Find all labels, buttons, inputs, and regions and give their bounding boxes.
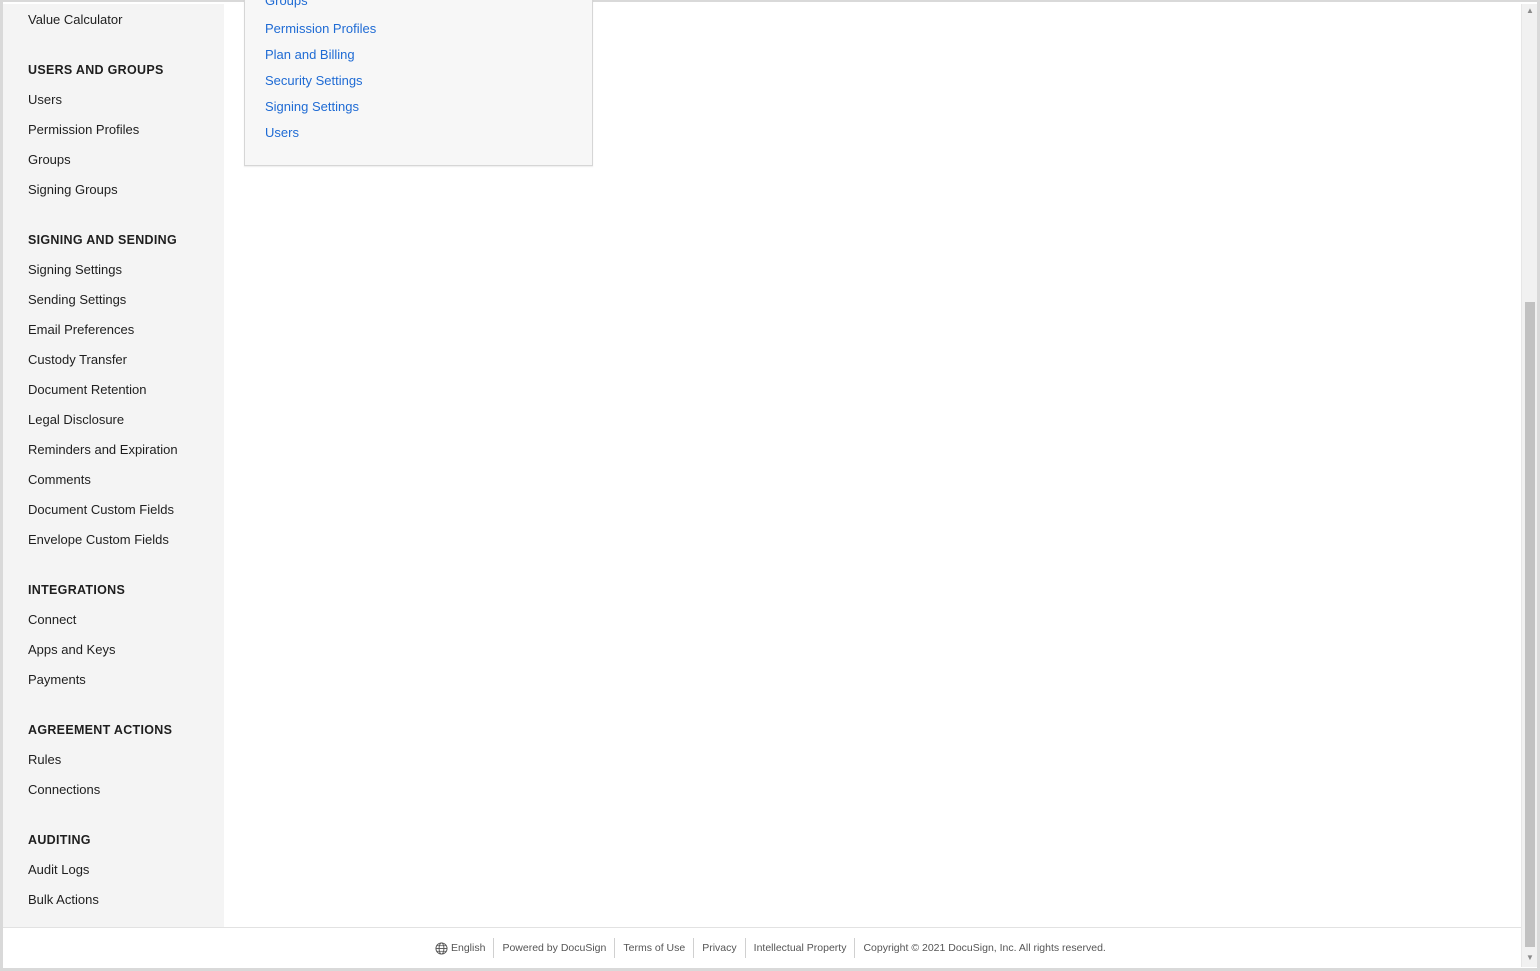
sidebar-item-signing-groups[interactable]: Signing Groups (28, 182, 118, 198)
sidebar-item-bulk-actions[interactable]: Bulk Actions (28, 892, 99, 908)
vertical-scrollbar[interactable]: ▲ ▼ (1521, 4, 1537, 967)
sidebar-item-email-preferences[interactable]: Email Preferences (28, 322, 134, 338)
language-label: English (451, 942, 486, 954)
sidebar-item-value-calculator[interactable]: Value Calculator (28, 12, 122, 28)
sidebar-item-groups[interactable]: Groups (28, 152, 71, 168)
sidebar-item-reminders-and-expiration[interactable]: Reminders and Expiration (28, 442, 178, 458)
sidebar-item-envelope-custom-fields[interactable]: Envelope Custom Fields (28, 532, 169, 548)
sidebar-item-custody-transfer[interactable]: Custody Transfer (28, 352, 127, 368)
footer-intellectual-property-link[interactable]: Intellectual Property (746, 938, 855, 958)
sidebar-item-apps-and-keys[interactable]: Apps and Keys (28, 642, 115, 658)
sidebar-item-connections[interactable]: Connections (28, 782, 100, 798)
sidebar-item-sending-settings[interactable]: Sending Settings (28, 292, 126, 308)
sidebar-item-document-retention[interactable]: Document Retention (28, 382, 147, 398)
sidebar-heading-signing-and-sending: SIGNING AND SENDING (28, 233, 177, 247)
sidebar-heading-integrations: INTEGRATIONS (28, 583, 126, 597)
footer-privacy-link[interactable]: Privacy (694, 938, 744, 958)
card-link-groups[interactable]: Groups (265, 0, 308, 9)
scroll-down-arrow-icon[interactable]: ▼ (1525, 953, 1535, 963)
sidebar-item-permission-profiles[interactable]: Permission Profiles (28, 122, 139, 138)
sidebar-item-payments[interactable]: Payments (28, 672, 86, 688)
scroll-up-arrow-icon[interactable]: ▲ (1525, 6, 1535, 16)
admin-sidebar: Value Calculator USERS AND GROUPS Users … (3, 4, 224, 927)
app-frame: Value Calculator USERS AND GROUPS Users … (0, 0, 1540, 971)
sidebar-item-document-custom-fields[interactable]: Document Custom Fields (28, 502, 174, 518)
quick-links-card: Groups Permission Profiles Plan and Bill… (244, 0, 593, 166)
sidebar-item-comments[interactable]: Comments (28, 472, 91, 488)
sidebar-item-users[interactable]: Users (28, 92, 62, 108)
sidebar-item-legal-disclosure[interactable]: Legal Disclosure (28, 412, 124, 428)
card-link-permission-profiles[interactable]: Permission Profiles (265, 21, 376, 37)
sidebar-item-connect[interactable]: Connect (28, 612, 76, 628)
page-footer: English Powered by DocuSign Terms of Use… (3, 927, 1521, 968)
card-link-security-settings[interactable]: Security Settings (265, 73, 363, 89)
language-selector[interactable]: English (435, 938, 493, 958)
card-link-users[interactable]: Users (265, 125, 299, 141)
sidebar-heading-agreement-actions: AGREEMENT ACTIONS (28, 723, 173, 737)
scrollbar-thumb[interactable] (1525, 302, 1535, 947)
sidebar-item-signing-settings[interactable]: Signing Settings (28, 262, 122, 278)
footer-powered-by-link[interactable]: Powered by DocuSign (494, 938, 614, 958)
footer-copyright: Copyright © 2021 DocuSign, Inc. All righ… (863, 942, 1106, 954)
sidebar-heading-users-and-groups: USERS AND GROUPS (28, 63, 164, 77)
sidebar-item-audit-logs[interactable]: Audit Logs (28, 862, 89, 878)
card-link-signing-settings[interactable]: Signing Settings (265, 99, 359, 115)
footer-links: English Powered by DocuSign Terms of Use… (435, 938, 1114, 958)
globe-icon (435, 941, 448, 955)
footer-terms-link[interactable]: Terms of Use (615, 938, 693, 958)
sidebar-item-rules[interactable]: Rules (28, 752, 61, 768)
sidebar-heading-auditing: AUDITING (28, 833, 91, 847)
card-link-plan-and-billing[interactable]: Plan and Billing (265, 47, 355, 63)
